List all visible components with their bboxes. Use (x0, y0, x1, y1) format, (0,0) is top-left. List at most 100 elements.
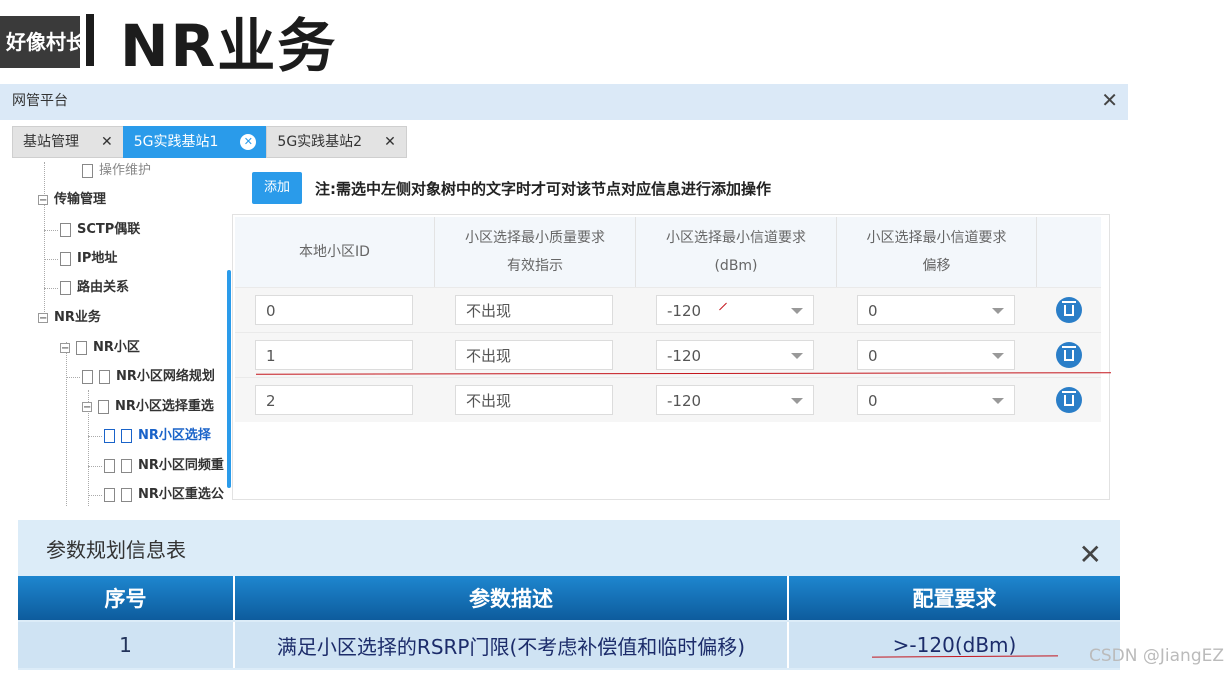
tree-item-nr-resel-common[interactable]: NR小区重选公 (104, 484, 224, 506)
tree-item-nr-plan[interactable]: NR小区网络规划 (82, 366, 215, 388)
collapse-icon[interactable]: − (38, 313, 48, 324)
tree-item-route[interactable]: 路由关系 (60, 277, 129, 299)
tree-item-ip[interactable]: IP地址 (60, 248, 117, 270)
close-icon[interactable]: ✕ (101, 126, 113, 158)
tree-item-label: 路由关系 (77, 280, 130, 295)
document-icon (121, 459, 132, 473)
tree-item-label: 操作维护 (99, 163, 152, 178)
delete-button[interactable] (1056, 342, 1082, 368)
close-icon[interactable]: ✕ (240, 134, 257, 150)
chevron-down-icon (992, 308, 1004, 314)
document-icon (104, 488, 115, 502)
rxlev-offset-select[interactable]: 0 (857, 340, 1015, 370)
min-rxlev-select[interactable]: -120 (656, 385, 814, 415)
watermark-text: 好像村长 (6, 30, 86, 54)
param-info-panel: 参数规划信息表 ✕ 序号 参数描述 配置要求 1 满足小区选择的RSRP门限(不… (18, 520, 1120, 670)
tree-item-label: NR小区选择 (138, 428, 211, 443)
tree-scrollbar[interactable] (227, 270, 231, 488)
tree-item-label: NR小区选择重选 (115, 399, 214, 414)
column-header-rxlev: 小区选择最小信道要求 (dBm) (636, 217, 837, 287)
header-line: 小区选择最小信道要求 (666, 230, 806, 246)
quality-indicator-input[interactable]: 不出现 (455, 295, 613, 325)
add-note: 注:需选中左侧对象树中的文字时才可对该节点对应信息进行添加操作 (315, 180, 772, 198)
quality-indicator-input[interactable]: 不出现 (455, 340, 613, 370)
select-value: -120 (667, 347, 702, 365)
tree-item-transport[interactable]: − 传输管理 (38, 189, 106, 211)
cell-id-input[interactable]: 1 (255, 340, 413, 370)
column-header-req: 配置要求 (789, 576, 1120, 620)
tree-item-label: SCTP偶联 (77, 222, 141, 237)
tree-item-nr-cell[interactable]: − NR小区 (60, 337, 140, 359)
param-panel-title: 参数规划信息表 (46, 538, 186, 562)
tree-item-nr-cell-selection[interactable]: NR小区选择 (104, 425, 211, 447)
tab-label: 基站管理 (23, 134, 79, 150)
select-value: -120 (667, 392, 702, 410)
watermark-badge: 好像村长 (0, 16, 86, 68)
tab-label: 5G实践基站1 (133, 134, 219, 150)
tab-5g-station-2[interactable]: 5G实践基站2 ✕ (266, 126, 407, 158)
param-row-no: 1 (18, 622, 235, 668)
tree-item-sctp[interactable]: SCTP偶联 (60, 219, 140, 241)
document-icon (82, 370, 93, 384)
trash-icon (1062, 300, 1076, 316)
chevron-down-icon (791, 398, 803, 404)
tab-bar: 基站管理 ✕ 5G实践基站1 ✕ 5G实践基站2 ✕ (12, 126, 407, 158)
header-line: 本地小区ID (299, 244, 370, 260)
min-rxlev-select[interactable]: -120 (656, 295, 814, 325)
rxlev-offset-select[interactable]: 0 (857, 385, 1015, 415)
chevron-down-icon (992, 353, 1004, 359)
delete-button[interactable] (1056, 387, 1082, 413)
page-title: NR业务 (120, 12, 338, 80)
chevron-down-icon (791, 353, 803, 359)
min-rxlev-select[interactable]: -120 (656, 340, 814, 370)
title-bar-accent (86, 14, 94, 66)
collapse-icon[interactable]: − (82, 402, 92, 413)
delete-button[interactable] (1056, 297, 1082, 323)
window-header: 网管平台 ✕ (0, 84, 1128, 120)
column-header-desc: 参数描述 (235, 576, 789, 620)
document-icon (60, 252, 71, 266)
object-tree: 操作维护 − 传输管理 SCTP偶联 IP地址 路由关系 − NR业务 − NR小区 … (0, 162, 232, 508)
tree-item-label: NR小区网络规划 (116, 369, 215, 384)
cell-id-input[interactable]: 2 (255, 385, 413, 415)
select-value: 0 (868, 392, 878, 410)
tree-item-maintenance[interactable]: 操作维护 (82, 162, 151, 182)
close-icon[interactable]: ✕ (384, 126, 396, 158)
table-row: 1 不出现 -120 0 (235, 332, 1101, 377)
panel-close-icon[interactable]: ✕ (1079, 538, 1102, 571)
document-icon (99, 370, 110, 384)
window-close-icon[interactable]: ✕ (1101, 88, 1118, 112)
cell-selection-grid: 本地小区ID 小区选择最小质量要求 有效指示 小区选择最小信道要求 (dBm) 小区… (232, 214, 1110, 500)
select-value: -120 (667, 302, 702, 320)
add-button[interactable]: 添加 (252, 172, 302, 204)
tab-5g-station-1[interactable]: 5G实践基站1 ✕ (122, 126, 267, 158)
document-icon (121, 488, 132, 502)
tree-item-nr-intra-freq[interactable]: NR小区同频重 (104, 455, 224, 477)
header-line: 有效指示 (507, 258, 563, 274)
document-icon (98, 400, 109, 414)
quality-indicator-input[interactable]: 不出现 (455, 385, 613, 415)
collapse-icon[interactable]: − (38, 195, 48, 206)
header-line: 小区选择最小质量要求 (465, 230, 605, 246)
select-value: 0 (868, 347, 878, 365)
rxlev-offset-select[interactable]: 0 (857, 295, 1015, 325)
header-line: 偏移 (922, 258, 951, 274)
tree-item-label: IP地址 (77, 251, 118, 266)
table-row: 0 不出现 -120 0 (235, 287, 1101, 332)
param-row-req: >-120(dBm) (789, 622, 1120, 668)
tree-item-nr-service[interactable]: − NR业务 (38, 307, 101, 329)
column-header-no: 序号 (18, 576, 235, 620)
document-icon (60, 281, 71, 295)
chevron-down-icon (992, 398, 1004, 404)
select-value: 0 (868, 302, 878, 320)
column-header-offset: 小区选择最小信道要求 偏移 (837, 217, 1037, 287)
document-icon (82, 164, 93, 178)
collapse-icon[interactable]: − (60, 343, 70, 354)
trash-icon (1062, 345, 1076, 361)
param-row-desc: 满足小区选择的RSRP门限(不考虑补偿值和临时偏移) (235, 622, 789, 668)
tab-station-management[interactable]: 基站管理 ✕ (12, 126, 123, 158)
tree-item-nr-reselection[interactable]: − NR小区选择重选 (82, 396, 214, 418)
document-icon (121, 429, 132, 443)
header-line: 小区选择最小信道要求 (866, 230, 1007, 246)
cell-id-input[interactable]: 0 (255, 295, 413, 325)
